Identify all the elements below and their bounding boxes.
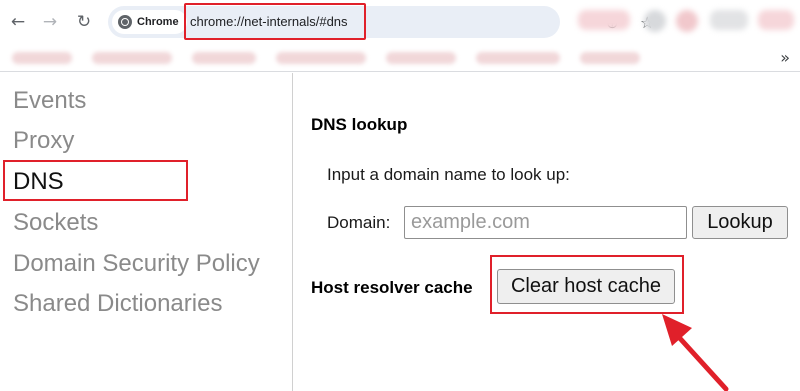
- chevron-double-right-icon[interactable]: »: [780, 48, 790, 67]
- lookup-prompt-text: Input a domain name to look up:: [327, 165, 570, 184]
- back-arrow-icon[interactable]: ←: [6, 10, 30, 34]
- forward-arrow-icon[interactable]: →: [38, 10, 62, 34]
- dns-lookup-title: DNS lookup: [311, 115, 408, 134]
- bookmarks-bar: »: [0, 44, 800, 72]
- host-resolver-cache-title: Host resolver cache: [311, 278, 473, 297]
- net-internals-sidebar: Events Proxy DNS Sockets Domain Security…: [0, 73, 293, 391]
- site-chip-label: Chrome: [137, 16, 179, 28]
- sidebar-item-sockets[interactable]: Sockets: [13, 209, 98, 237]
- sidebar-item-shared-dictionaries[interactable]: Shared Dictionaries: [13, 290, 222, 318]
- reload-icon[interactable]: ↻: [72, 10, 96, 34]
- lookup-button[interactable]: Lookup: [692, 206, 788, 239]
- sidebar-item-proxy[interactable]: Proxy: [13, 127, 74, 155]
- dns-highlight-box: [3, 160, 188, 201]
- extensions-area: [572, 8, 800, 34]
- sidebar-item-domain-security-policy[interactable]: Domain Security Policy: [13, 250, 260, 278]
- browser-toolbar: ← → ↻ Chrome chrome://net-internals/#dns…: [0, 0, 800, 44]
- domain-label: Domain:: [327, 213, 391, 232]
- site-info-chip[interactable]: Chrome: [112, 10, 187, 34]
- sidebar-item-events[interactable]: Events: [13, 87, 86, 115]
- url-highlight-box: [184, 3, 366, 40]
- chrome-logo-icon: [118, 15, 132, 29]
- domain-input[interactable]: [404, 206, 687, 239]
- annotation-arrow-icon: [662, 314, 729, 391]
